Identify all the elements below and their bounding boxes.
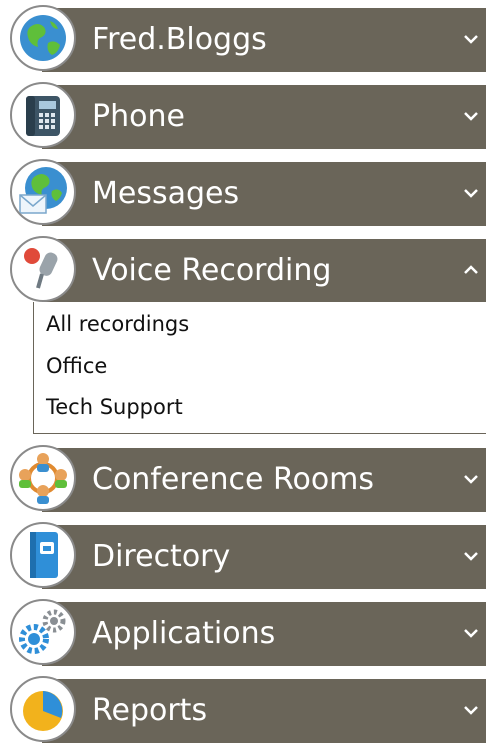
section-label: Directory <box>92 539 231 574</box>
section-label: Reports <box>92 693 208 728</box>
chevron-down-icon <box>464 475 478 484</box>
chevron-down-icon <box>464 706 478 715</box>
submenu-item-all-recordings[interactable]: All recordings <box>46 312 189 336</box>
section-header-voice-recording[interactable]: Voice Recording <box>42 239 486 303</box>
microphone-icon <box>10 236 76 302</box>
globe-envelope-icon <box>10 159 76 225</box>
section-header-fred-bloggs[interactable]: Fred.Bloggs <box>42 8 486 72</box>
phone-book-icon <box>10 522 76 588</box>
section-label: Voice Recording <box>92 253 332 288</box>
chevron-down-icon <box>464 35 478 44</box>
pie-chart-icon <box>10 676 76 742</box>
section-header-phone[interactable]: Phone <box>42 85 486 149</box>
gears-icon <box>10 599 76 665</box>
desk-phone-icon <box>10 82 76 148</box>
section-label: Phone <box>92 99 185 134</box>
section-label: Applications <box>92 616 276 651</box>
chevron-down-icon <box>464 112 478 121</box>
section-header-applications[interactable]: Applications <box>42 602 486 666</box>
section-label: Conference Rooms <box>92 462 375 497</box>
section-header-conference-rooms[interactable]: Conference Rooms <box>42 448 486 512</box>
globe-icon <box>10 5 76 71</box>
chevron-down-icon <box>464 629 478 638</box>
section-header-messages[interactable]: Messages <box>42 162 486 226</box>
section-header-directory[interactable]: Directory <box>42 525 486 589</box>
voice-recording-submenu: All recordings Office Tech Support <box>33 302 486 434</box>
chevron-down-icon <box>464 552 478 561</box>
chevron-up-icon <box>464 265 478 274</box>
section-label: Fred.Bloggs <box>92 22 267 57</box>
submenu-item-office[interactable]: Office <box>46 354 107 378</box>
chevron-down-icon <box>464 189 478 198</box>
section-label: Messages <box>92 176 240 211</box>
section-header-reports[interactable]: Reports <box>42 679 486 743</box>
people-group-icon <box>10 445 76 511</box>
submenu-item-tech-support[interactable]: Tech Support <box>46 395 183 419</box>
